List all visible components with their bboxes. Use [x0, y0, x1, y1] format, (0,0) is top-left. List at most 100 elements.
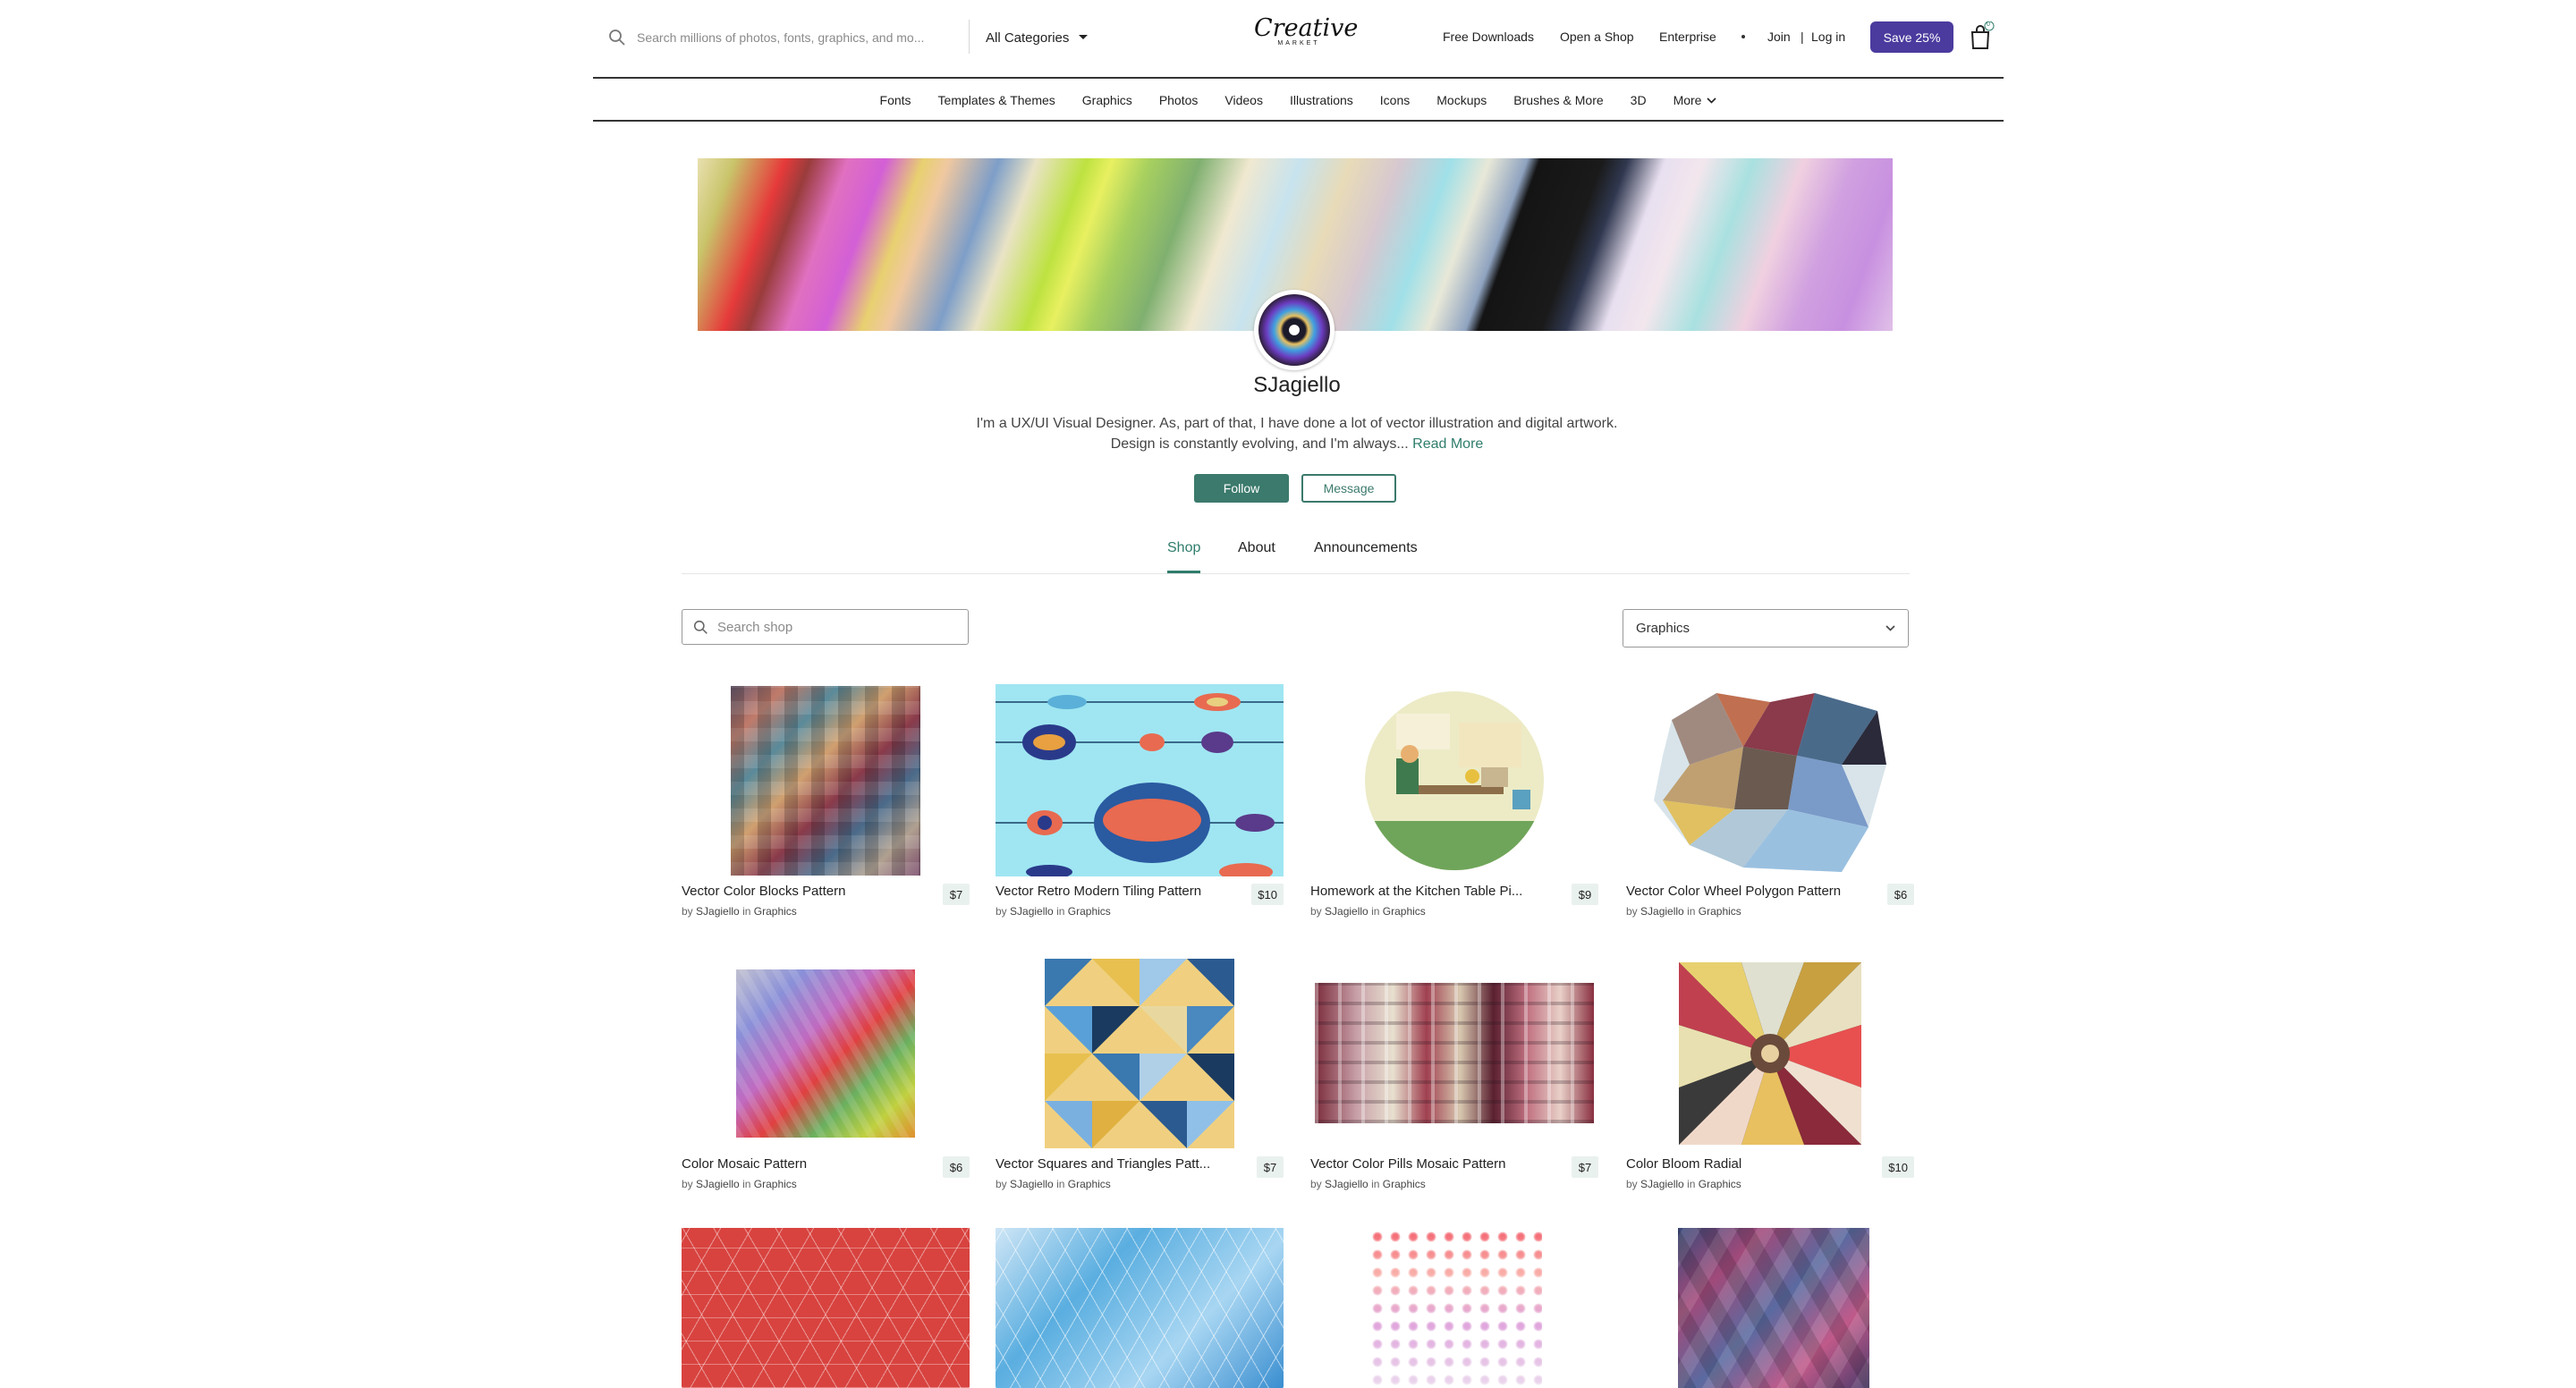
color-bloom-image	[1679, 961, 1861, 1145]
by-label: by	[1626, 1178, 1638, 1190]
product-thumbnail[interactable]	[996, 684, 1284, 876]
nav-brushes-more[interactable]: Brushes & More	[1513, 93, 1603, 107]
category-link[interactable]: Graphics	[1383, 905, 1426, 918]
login-link[interactable]: Log in	[1811, 25, 1845, 48]
product-title[interactable]: Homework at the Kitchen Table Pi...	[1310, 884, 1552, 899]
product-title[interactable]: Vector Retro Modern Tiling Pattern	[996, 884, 1237, 899]
category-select[interactable]: Graphics	[1623, 609, 1909, 647]
author-link[interactable]: SJagiello	[1010, 905, 1054, 918]
nav-mockups[interactable]: Mockups	[1436, 93, 1487, 107]
author-link[interactable]: SJagiello	[1325, 905, 1368, 918]
product-title[interactable]: Color Bloom Radial	[1626, 1156, 1868, 1172]
category-select-value: Graphics	[1636, 621, 1690, 636]
by-label: by	[682, 905, 693, 918]
shopping-bag-icon	[1970, 21, 1995, 49]
site-search[interactable]: Search millions of photos, fonts, graphi…	[608, 20, 966, 55]
in-label: in	[1056, 1178, 1065, 1190]
category-link[interactable]: Graphics	[1068, 905, 1111, 918]
chevron-down-icon	[1885, 625, 1895, 631]
logo-text: Creative	[1254, 14, 1359, 42]
read-more-link[interactable]: Read More	[1412, 436, 1483, 452]
category-link[interactable]: Graphics	[1699, 1178, 1741, 1190]
squares-triangles-image	[1045, 958, 1234, 1148]
product-byline: by SJagiello in Graphics	[996, 1178, 1111, 1190]
product-thumbnail[interactable]	[1310, 957, 1598, 1149]
categories-dropdown[interactable]: All Categories	[986, 23, 1089, 52]
tab-shop[interactable]: Shop	[1167, 537, 1201, 573]
nav-videos[interactable]: Videos	[1224, 93, 1263, 107]
author-link[interactable]: SJagiello	[1640, 905, 1684, 918]
avatar-image	[1258, 294, 1330, 366]
shop-search-input[interactable]: Search shop	[717, 620, 792, 635]
in-label: in	[1056, 905, 1065, 918]
product-title[interactable]: Vector Color Pills Mosaic Pattern	[1310, 1156, 1552, 1172]
red-geometric-thumbnail[interactable]	[682, 1228, 970, 1388]
author-link[interactable]: SJagiello	[1325, 1178, 1368, 1190]
nav-illustrations[interactable]: Illustrations	[1290, 93, 1353, 107]
price-badge: $6	[943, 1156, 970, 1178]
hexagon-thumbnail[interactable]	[1678, 1228, 1869, 1388]
product-byline: by SJagiello in Graphics	[1626, 1178, 1741, 1190]
nav-icons[interactable]: Icons	[1380, 93, 1410, 107]
shop-search-field[interactable]: Search shop	[682, 609, 969, 645]
category-link[interactable]: Graphics	[1383, 1178, 1426, 1190]
product-byline: by SJagiello in Graphics	[1626, 905, 1741, 918]
author-link[interactable]: SJagiello	[1010, 1178, 1054, 1190]
tab-about[interactable]: About	[1238, 537, 1275, 573]
in-label: in	[1687, 905, 1696, 918]
search-icon	[609, 30, 625, 46]
tab-announcements[interactable]: Announcements	[1314, 537, 1418, 573]
nav-fonts[interactable]: Fonts	[880, 93, 911, 107]
product-thumbnail[interactable]	[1626, 684, 1914, 876]
follow-button[interactable]: Follow	[1194, 474, 1289, 503]
nav-graphics[interactable]: Graphics	[1082, 93, 1132, 107]
site-search-input[interactable]: Search millions of photos, fonts, graphi…	[637, 30, 924, 45]
product-title[interactable]: Vector Squares and Triangles Patt...	[996, 1156, 1237, 1172]
logo[interactable]: Creative MARKET	[1254, 16, 1358, 47]
category-link[interactable]: Graphics	[1699, 905, 1741, 918]
categories-label: All Categories	[986, 30, 1070, 46]
join-link[interactable]: Join	[1767, 25, 1791, 48]
enterprise-link[interactable]: Enterprise	[1659, 25, 1716, 48]
cart-button[interactable]: 0	[1968, 21, 1995, 52]
chevron-down-icon	[1707, 97, 1717, 104]
by-label: by	[996, 1178, 1007, 1190]
price-badge: $9	[1572, 884, 1598, 905]
author-link[interactable]: SJagiello	[696, 1178, 740, 1190]
product-thumbnail[interactable]	[996, 957, 1284, 1149]
product-thumbnail[interactable]	[1626, 957, 1914, 1149]
retro-tiling-image	[996, 684, 1284, 876]
login-separator: |	[1801, 30, 1804, 44]
by-label: by	[682, 1178, 693, 1190]
category-link[interactable]: Graphics	[754, 905, 797, 918]
product-title[interactable]: Vector Color Wheel Polygon Pattern	[1626, 884, 1868, 899]
kitchen-table-image	[1365, 690, 1544, 870]
open-shop-link[interactable]: Open a Shop	[1560, 25, 1634, 48]
price-badge: $7	[1572, 1156, 1598, 1178]
product-byline: by SJagiello in Graphics	[996, 905, 1111, 918]
nav-3d[interactable]: 3D	[1631, 93, 1647, 107]
dot-mosaic-thumbnail[interactable]	[1368, 1228, 1542, 1388]
divider	[969, 20, 970, 54]
free-downloads-link[interactable]: Free Downloads	[1443, 25, 1534, 48]
product-thumbnail[interactable]	[682, 684, 970, 876]
product-thumbnail[interactable]	[682, 957, 970, 1149]
category-link[interactable]: Graphics	[754, 1178, 797, 1190]
product-title[interactable]: Color Mosaic Pattern	[682, 1156, 923, 1172]
save-button[interactable]: Save 25%	[1870, 21, 1953, 53]
blue-triangles-thumbnail[interactable]	[996, 1228, 1284, 1388]
message-button[interactable]: Message	[1301, 474, 1396, 503]
avatar	[1254, 290, 1335, 370]
category-link[interactable]: Graphics	[1068, 1178, 1111, 1190]
author-link[interactable]: SJagiello	[696, 905, 740, 918]
nav-more[interactable]: More	[1674, 93, 1717, 107]
polygon-wheel-image	[1654, 693, 1886, 872]
nav-photos[interactable]: Photos	[1159, 93, 1199, 107]
bio-text: I'm a UX/UI Visual Designer. As, part of…	[976, 416, 1618, 452]
product-byline: by SJagiello in Graphics	[1310, 905, 1426, 918]
dot-mosaic-overlay	[1368, 1228, 1542, 1388]
product-title[interactable]: Vector Color Blocks Pattern	[682, 884, 923, 899]
nav-templates-themes[interactable]: Templates & Themes	[938, 93, 1055, 107]
product-thumbnail[interactable]	[1310, 684, 1598, 876]
author-link[interactable]: SJagiello	[1640, 1178, 1684, 1190]
